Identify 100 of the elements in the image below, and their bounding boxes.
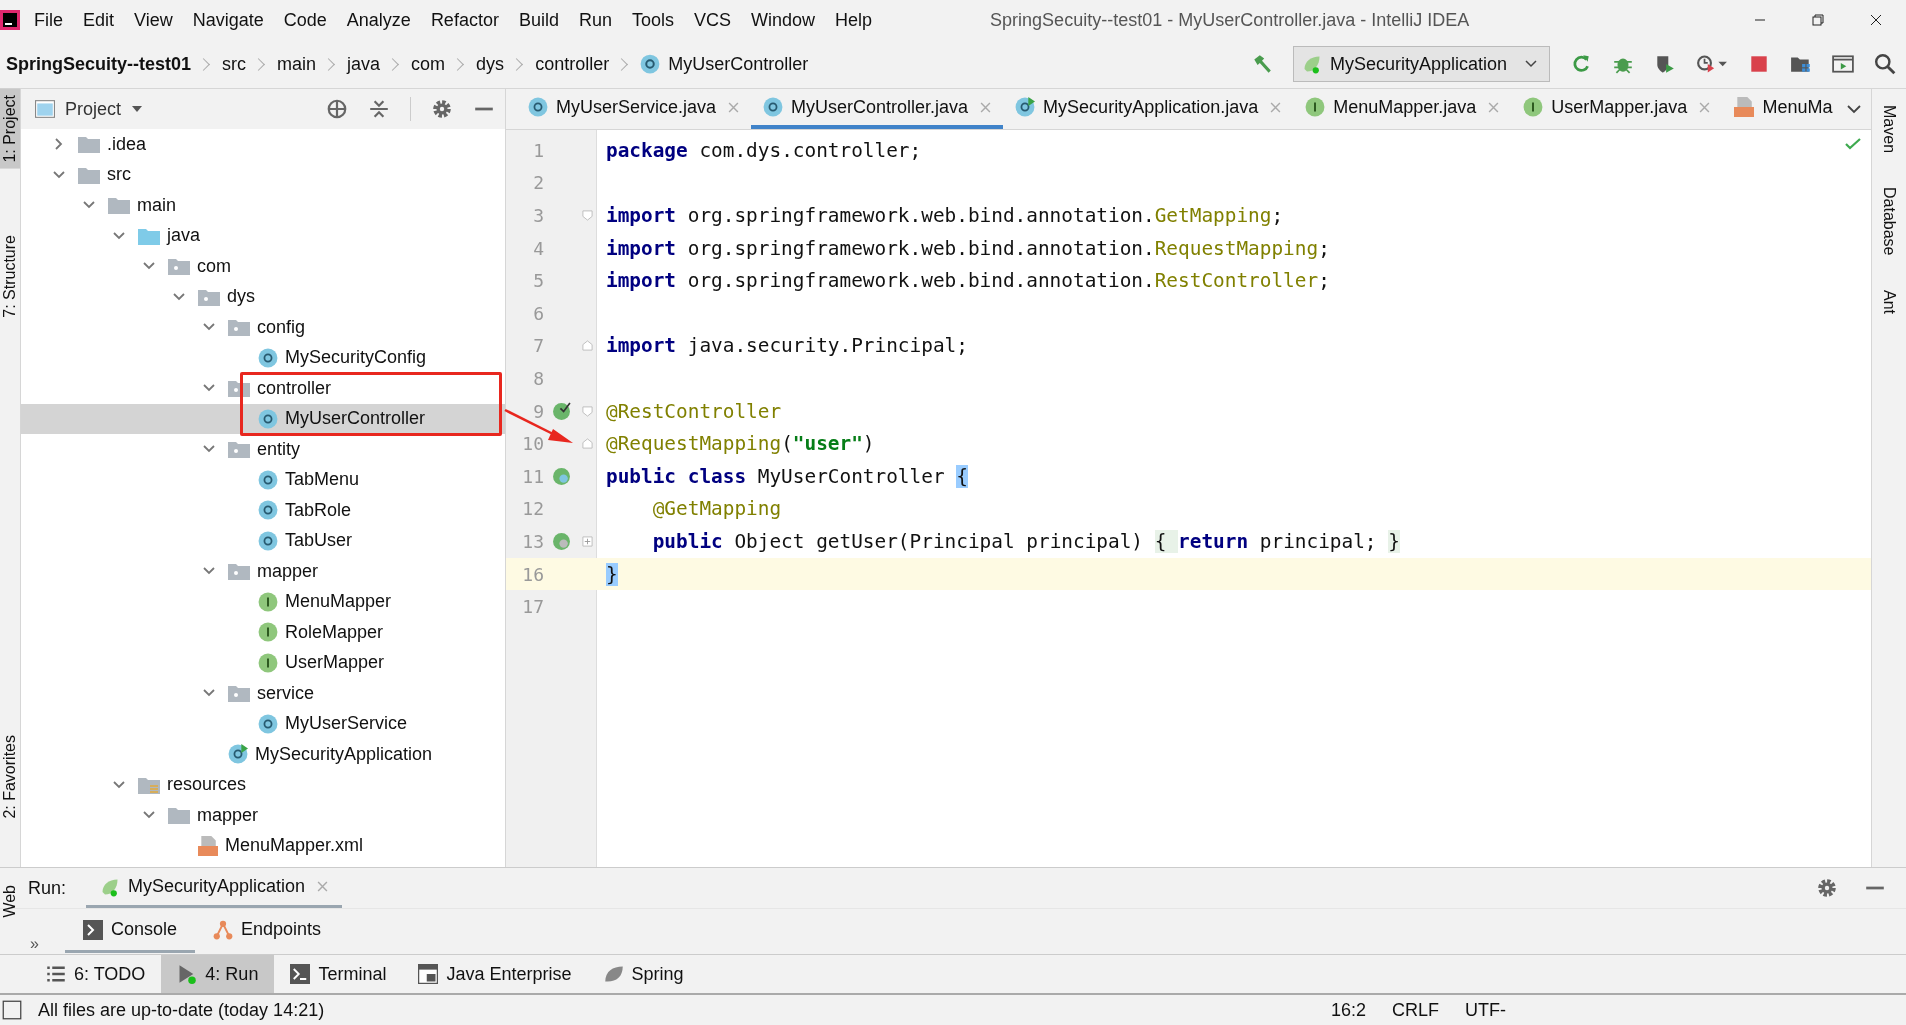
menu-item[interactable]: Run (578, 9, 612, 31)
tree-row[interactable]: controller (21, 373, 505, 404)
breadcrumb[interactable]: SpringSecuity--test01 (6, 53, 192, 75)
tree-row[interactable]: TabRole (21, 495, 505, 526)
menu-item[interactable]: Help (835, 9, 873, 31)
editor-tab[interactable]: MyUserService.java (516, 89, 752, 129)
tree-row[interactable]: TabMenu (21, 464, 505, 495)
play-icon (177, 964, 198, 984)
fold-marker-icon[interactable] (581, 405, 593, 417)
app-logo-icon[interactable] (0, 10, 20, 30)
status-toggle-icon[interactable] (2, 1000, 22, 1020)
menu-item[interactable]: Tools (631, 9, 674, 31)
tree-row[interactable]: .idea (21, 129, 505, 160)
restore-icon[interactable] (1812, 14, 1824, 26)
fold-marker-icon[interactable] (581, 438, 593, 450)
run-window-icon[interactable] (1832, 53, 1854, 75)
profile-icon[interactable] (1696, 53, 1728, 75)
fold-marker-icon[interactable] (581, 340, 593, 352)
tree-row[interactable]: MySecurityApplication (21, 739, 505, 770)
collapse-all-icon[interactable] (368, 98, 390, 120)
line-number: 3 (532, 205, 544, 226)
tree-row[interactable]: MyUserController (21, 403, 505, 434)
tab-list-chevron-icon[interactable] (1847, 104, 1861, 114)
tool-window-tab[interactable]: Web (0, 879, 20, 924)
tree-row[interactable]: config (21, 312, 505, 343)
run-subtab[interactable]: Console (64, 909, 195, 953)
run-subtab[interactable]: Endpoints (194, 909, 339, 953)
menu-item[interactable]: Navigate (192, 9, 264, 31)
spring-bean-icon[interactable] (551, 401, 571, 421)
tree-row[interactable]: com (21, 251, 505, 282)
tree-row[interactable]: service (21, 678, 505, 709)
breadcrumb[interactable]: MyUserController (640, 53, 809, 75)
menu-item[interactable]: View (134, 9, 173, 31)
package-icon (228, 684, 250, 703)
tool-window-button[interactable]: 6: TODO (30, 955, 162, 993)
breadcrumb[interactable]: main (277, 53, 317, 75)
tool-window-button[interactable]: Terminal (274, 955, 403, 993)
tool-window-button[interactable]: Spring (587, 955, 700, 993)
more-button[interactable]: » (30, 935, 39, 953)
build-hammer-icon[interactable] (1251, 53, 1273, 75)
project-view-dropdown[interactable]: Project (31, 96, 148, 122)
tree-row[interactable]: RoleMapper (21, 617, 505, 648)
tool-window-tab[interactable]: Database (1880, 187, 1898, 256)
breadcrumb[interactable]: src (222, 53, 247, 75)
menu-item[interactable]: Analyze (346, 9, 411, 31)
menu-item[interactable]: Window (751, 9, 816, 31)
tool-window-tab[interactable]: Ant (1880, 289, 1898, 314)
coverage-shield-icon[interactable] (1654, 53, 1676, 75)
run-configuration-dropdown[interactable]: MySecurityApplication (1293, 46, 1550, 82)
stop-icon[interactable] (1748, 53, 1770, 75)
menu-item[interactable]: VCS (694, 9, 731, 31)
tree-row[interactable]: main (21, 190, 505, 221)
tree-row[interactable]: entity (21, 434, 505, 465)
tool-window-button[interactable]: Java Enterprise (402, 955, 588, 993)
menu-item[interactable]: Refactor (430, 9, 499, 31)
tree-row[interactable]: MyUserService (21, 708, 505, 739)
tree-row[interactable]: UserMapper (21, 647, 505, 678)
tree-item-label: resources (167, 774, 247, 796)
status-item[interactable]: CRLF (1392, 999, 1439, 1021)
tree-item-label: MyUserService (285, 713, 408, 735)
close-icon[interactable] (1870, 14, 1882, 26)
breadcrumb[interactable]: dys (476, 53, 505, 75)
tool-window-tab[interactable]: 7: Structure (0, 229, 20, 324)
tree-row[interactable]: java (21, 220, 505, 251)
fold-marker-icon[interactable] (581, 210, 593, 221)
tree-row[interactable]: mapper (21, 556, 505, 587)
run-tab[interactable]: MySecurityApplication (86, 868, 343, 908)
menu-item[interactable]: Build (518, 9, 559, 31)
tree-row[interactable]: TabUser (21, 525, 505, 556)
status-item[interactable]: 16:2 (1330, 999, 1366, 1021)
class-icon (640, 54, 661, 74)
tool-window-tab[interactable]: 1: Project (0, 89, 20, 169)
editor-tab[interactable]: UserMapper.java (1511, 89, 1723, 129)
breadcrumb[interactable]: com (411, 53, 446, 75)
fold-marker-icon[interactable] (581, 535, 593, 547)
tree-row[interactable]: src (21, 159, 505, 190)
editor-tab[interactable]: MySecurityApplication.java (1003, 89, 1294, 129)
tree-row[interactable]: MySecurityConfig (21, 342, 505, 373)
tool-window-tab[interactable]: Maven (1880, 105, 1898, 154)
editor-tab[interactable]: MenuMapper.java (1293, 89, 1512, 129)
breadcrumb[interactable]: java (347, 53, 381, 75)
menu-item[interactable]: File (34, 9, 63, 31)
locate-icon[interactable] (326, 98, 348, 120)
breadcrumb[interactable]: controller (535, 53, 610, 75)
menu-item[interactable]: Edit (83, 9, 115, 31)
tree-row[interactable]: MenuMapper.xml (21, 830, 505, 861)
tree-item-label: config (257, 316, 306, 338)
editor-tab[interactable]: MenuMa (1722, 89, 1845, 129)
menu-item[interactable]: Code (283, 9, 327, 31)
status-item[interactable]: UTF- (1465, 999, 1506, 1021)
tool-window-tab[interactable]: 2: Favorites (0, 729, 20, 825)
search-icon[interactable] (1874, 53, 1896, 75)
tree-row[interactable]: mapper (21, 800, 505, 831)
class-icon (258, 347, 278, 368)
tool-window-button[interactable]: 4: Run (161, 955, 275, 993)
tree-row[interactable]: MenuMapper (21, 586, 505, 617)
settings-icon[interactable] (1816, 877, 1838, 899)
tree-row[interactable]: resources (21, 769, 505, 800)
settings-icon[interactable] (431, 98, 453, 120)
tree-row[interactable]: dys (21, 281, 505, 312)
